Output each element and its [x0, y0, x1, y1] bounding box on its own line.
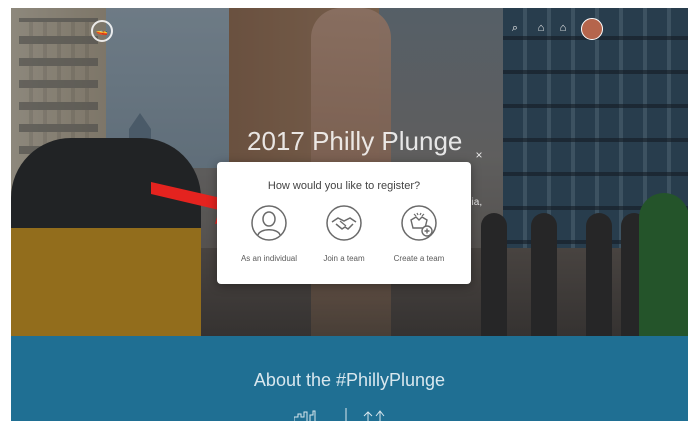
option-create-team[interactable]: Create a team: [379, 204, 459, 274]
hero-title: 2017 Philly Plunge: [247, 126, 463, 156]
option-create-team-label: Create a team: [393, 254, 445, 263]
person-icon[interactable]: ⌂: [557, 22, 569, 34]
search-icon[interactable]: ⌕: [509, 22, 521, 34]
option-join-team[interactable]: Join a team: [304, 204, 384, 274]
cart-icon[interactable]: ⌂: [535, 22, 547, 34]
about-section: About the #PhillyPlunge: [11, 336, 688, 421]
option-join-team-label: Join a team: [323, 254, 365, 263]
create-team-icon: [401, 205, 437, 241]
close-icon[interactable]: ×: [472, 148, 486, 162]
site-logo-icon[interactable]: 🚤: [91, 20, 113, 42]
option-individual-label: As an individual: [240, 254, 298, 263]
avatar[interactable]: [581, 18, 603, 40]
handshake-icon: [326, 205, 362, 241]
person-icon: [251, 205, 287, 241]
modal-title: How would you like to register?: [267, 180, 421, 192]
skyline-icon: [294, 408, 385, 421]
register-modal: How would you like to register? As an in…: [217, 162, 471, 284]
about-title: About the #PhillyPlunge: [253, 370, 446, 390]
option-individual[interactable]: As an individual: [229, 204, 309, 274]
page-frame: 2017 Philly Plunge hia, 🚤 ⌕ ⌂ ⌂ × How wo…: [11, 8, 688, 421]
